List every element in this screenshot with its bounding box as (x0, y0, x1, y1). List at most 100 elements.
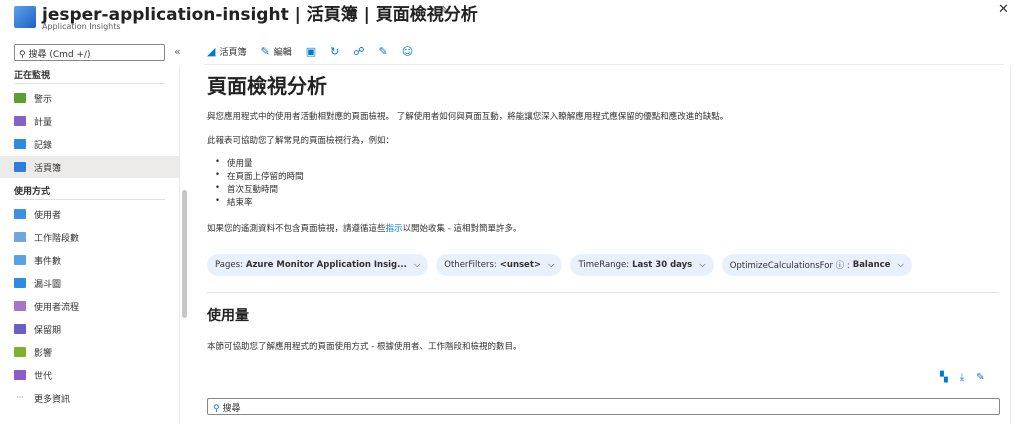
toolbar: ◢ 活頁簿 ✎ 編輯 ▣ ↻ ☍ ✎ ☺ (207, 43, 413, 59)
sidebar-search-input[interactable]: ⚲ 搜尋 (Cmd +/) (14, 44, 165, 61)
filter-value: Balance (852, 260, 891, 270)
sidebar-item-label: 計量 (34, 117, 53, 128)
divider (207, 292, 999, 293)
filter-label: OtherFilters: (444, 260, 497, 270)
divider (14, 199, 165, 200)
filter-dropdown[interactable]: OptimizeCalculationsFor ⓘ : Balance ⌵ (721, 254, 912, 276)
sidebar-item-label: 漏斗圖 (34, 279, 62, 290)
sidebar-item[interactable]: 使用者 (0, 203, 179, 225)
sidebar-item[interactable]: ··· 更多資訊 (0, 387, 179, 409)
grid-actions: ▚ ⤓ ✎ (940, 372, 985, 383)
sidebar-item-label: 工作階段數 (34, 233, 80, 244)
bullet-item: 在頁面上停留的時間 (215, 170, 304, 182)
alert-icon (14, 93, 26, 103)
sessions-icon (14, 232, 26, 242)
pin-icon[interactable]: ✎ (378, 45, 387, 58)
resource-type: Application Insights (42, 22, 121, 31)
sidebar-item-label: 更多資訊 (34, 394, 71, 405)
sidebar-item[interactable]: 漏斗圖 (0, 272, 179, 294)
save-icon[interactable]: ▣ (306, 45, 316, 58)
sidebar-item[interactable]: 計量 (0, 110, 179, 132)
pin-icon[interactable]: ✎ (976, 372, 984, 383)
sidebar-item[interactable]: 記錄 (0, 133, 179, 155)
intro-text: 與您應用程式中的使用者活動相對應的頁面檢視。 了解使用者如何與頁面互動，將能讓您… (207, 112, 729, 122)
retention-icon (14, 324, 26, 334)
funnel-icon (14, 278, 26, 288)
chevron-down-icon: ⌵ (699, 260, 706, 270)
workbook-label: 活頁簿 (219, 47, 247, 58)
metrics-icon (14, 116, 26, 126)
cohorts-icon (14, 370, 26, 380)
search-placeholder: 搜尋 (Cmd +/) (28, 50, 91, 60)
refresh-icon[interactable]: ↻ (330, 45, 339, 58)
edit-button[interactable]: ✎ 編輯 (260, 45, 291, 58)
filter-dropdown[interactable]: TimeRange: Last 30 days ⌵ (570, 254, 714, 276)
sidebar-item-label: 保留期 (34, 325, 62, 336)
logs-icon (14, 139, 26, 149)
collapse-sidebar-icon[interactable]: « (174, 45, 181, 58)
sidebar-section-title: 正在監視 (14, 71, 51, 81)
feedback-smiley-icon[interactable]: ☺ (402, 45, 413, 58)
sidebar-item[interactable]: 活頁簿 (0, 156, 179, 178)
sidebar-item-label: 記錄 (34, 140, 53, 151)
more-icon: ··· (16, 393, 24, 402)
divider (14, 83, 165, 84)
bullet-item: 首次互動時間 (215, 183, 278, 195)
pin-icon[interactable]: ✎ (440, 4, 449, 17)
filter-value: Last 30 days (632, 260, 693, 270)
impact-icon (14, 347, 26, 357)
filter-dropdown[interactable]: Pages: Azure Monitor Application Insig...… (207, 254, 429, 276)
sidebar-scrollbar[interactable] (182, 190, 187, 318)
content-scroll-track[interactable] (1010, 66, 1011, 424)
sidebar-item-label: 使用者 (34, 210, 62, 221)
chevron-down-icon: ⌵ (548, 260, 555, 270)
lead-text: 此報表可協助您了解常見的頁面檢視行為，例如： (207, 136, 395, 146)
search-icon: ⚲ (213, 404, 220, 414)
filter-bar: Pages: Azure Monitor Application Insig...… (207, 254, 912, 276)
download-icon[interactable]: ⤓ (960, 372, 964, 383)
workbook-icon (14, 162, 26, 172)
filter-dropdown[interactable]: OtherFilters: <unset> ⌵ (436, 254, 563, 276)
sidebar-item[interactable]: 警示 (0, 87, 179, 109)
sidebar-item-label: 影響 (34, 348, 53, 359)
chevron-down-icon: ⌵ (897, 260, 904, 270)
sidebar-item[interactable]: 工作階段數 (0, 226, 179, 248)
user-flows-icon (14, 301, 26, 311)
events-icon (14, 255, 26, 265)
close-icon[interactable]: ✕ (998, 2, 1009, 17)
divider (204, 64, 1004, 65)
sidebar-item-label: 活頁簿 (34, 163, 62, 174)
sidebar-item-label: 事件數 (34, 256, 62, 267)
sidebar-item[interactable]: 世代 (0, 364, 179, 386)
sidebar-item[interactable]: 保留期 (0, 318, 179, 340)
share-icon[interactable]: ☍ (353, 45, 364, 58)
bullet-item: 使用量 (215, 157, 253, 169)
note-text: 如果您的遙測資料不包含頁面檢視，請遵循這些指示以開始收集 - 這相對簡單許多。 (207, 224, 522, 234)
sidebar-item[interactable]: 事件數 (0, 249, 179, 271)
edit-label: 編輯 (273, 47, 292, 58)
filter-label: TimeRange: (578, 260, 630, 270)
workbook-icon: ◢ (207, 44, 216, 58)
bullet-item: 結束率 (215, 196, 253, 208)
sidebar-item-label: 世代 (34, 371, 53, 382)
sidebar-item[interactable]: 使用者流程 (0, 295, 179, 317)
search-placeholder: 搜尋 (222, 404, 241, 414)
app-insights-logo (14, 6, 36, 28)
sidebar-item-label: 警示 (34, 94, 53, 105)
instructions-link[interactable]: 指示 (386, 224, 403, 234)
section-description: 本節可協助您了解應用程式的頁面使用方式 - 根據使用者、工作階段和檢視的數目。 (207, 342, 522, 352)
sidebar-section-title: 使用方式 (14, 187, 51, 197)
logs-icon[interactable]: ▚ (940, 372, 948, 383)
workbook-button[interactable]: ◢ 活頁簿 (207, 45, 246, 58)
page-title: 頁面檢視分析 (207, 74, 327, 98)
sidebar-item-label: 使用者流程 (34, 302, 80, 313)
filter-label: OptimizeCalculationsFor ⓘ : (729, 261, 850, 271)
section-title: 使用量 (207, 308, 249, 324)
pencil-icon: ✎ (260, 44, 270, 58)
sidebar-item[interactable]: 影響 (0, 341, 179, 363)
filter-label: Pages: (215, 260, 243, 270)
users-icon (14, 209, 26, 219)
grid-search-input[interactable]: ⚲ 搜尋 (207, 398, 1000, 415)
chevron-down-icon: ⌵ (413, 260, 421, 270)
filter-value: Azure Monitor Application Insig... (245, 260, 407, 270)
